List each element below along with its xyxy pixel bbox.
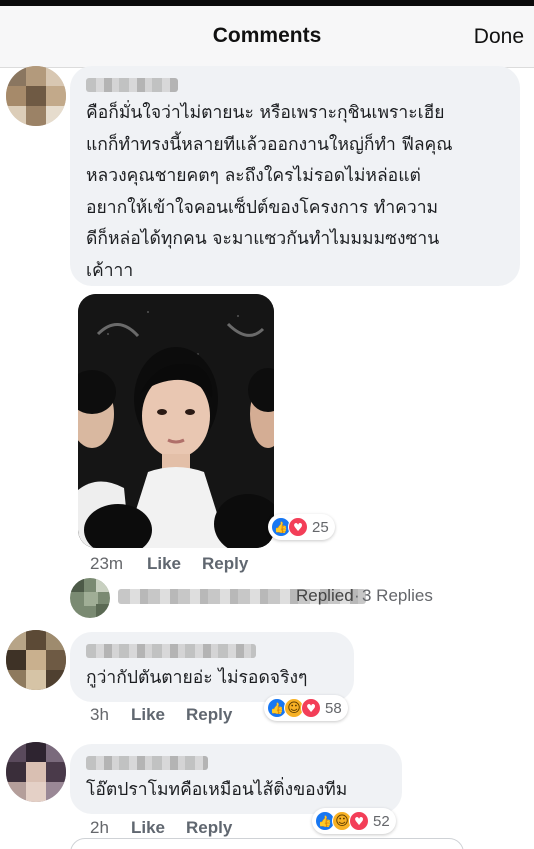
reply-button[interactable]: Reply [186,705,232,725]
reply-button[interactable]: Reply [186,818,232,838]
reaction-summary[interactable]: 👍 ☺ ♥ 58 [264,695,348,721]
write-comment-input[interactable] [70,838,464,849]
reaction-summary[interactable]: 👍 ☺ ♥ 52 [312,808,396,834]
commenter-name-blurred [86,644,256,658]
comment-bubble[interactable]: คือก็มั่นใจว่าไม่ตายนะ หรือเพราะกุชินเพร… [70,66,520,286]
reaction-count: 25 [312,518,329,536]
avatar [70,578,110,618]
avatar-image [6,66,66,126]
comment-text: คือก็มั่นใจว่าไม่ตายนะ หรือเพราะกุชินเพร… [86,103,453,281]
comment-photo[interactable] [78,294,274,548]
comment-timestamp: 3h [90,705,109,724]
comment-timestamp: 23m [90,554,124,573]
portrait-image [78,294,274,548]
replied-label: Replied [296,586,354,605]
navigation-bar: Comments Done [0,6,534,68]
heart-icon: ♥ [288,517,308,537]
comment-bubble[interactable]: กูว่ากัปตันตายอ่ะ ไม่รอดจริงๆ [70,632,354,702]
replies-count: 3 Replies [362,586,433,605]
page-title: Comments [212,24,322,47]
reaction-count: 52 [373,812,390,830]
like-button[interactable]: Like [131,818,165,838]
reply-button[interactable]: Reply [202,554,248,574]
commenter-name-blurred [86,78,178,92]
comment-text: โอ๊ตปราโมทคือเหมือนไส้ติ่งของทีม [86,780,348,800]
avatar[interactable] [6,630,66,690]
comment-text: กูว่ากัปตันตายอ่ะ ไม่รอดจริงๆ [86,668,308,688]
reaction-summary[interactable]: 👍 ♥ 25 [268,514,335,540]
done-button[interactable]: Done [474,25,524,49]
like-button[interactable]: Like [147,554,181,574]
comment-timestamp: 2h [90,818,109,837]
comment-bubble[interactable]: โอ๊ตปราโมทคือเหมือนไส้ติ่งของทีม [70,744,402,814]
heart-icon: ♥ [349,811,369,831]
commenter-name-blurred [86,756,208,770]
reaction-count: 58 [325,699,342,717]
avatar[interactable] [6,742,66,802]
like-button[interactable]: Like [131,705,165,725]
avatar[interactable] [6,66,66,126]
heart-icon: ♥ [301,698,321,718]
dot-separator: · [354,586,360,605]
view-replies-link[interactable]: Replied · 3 Replies [70,578,470,618]
